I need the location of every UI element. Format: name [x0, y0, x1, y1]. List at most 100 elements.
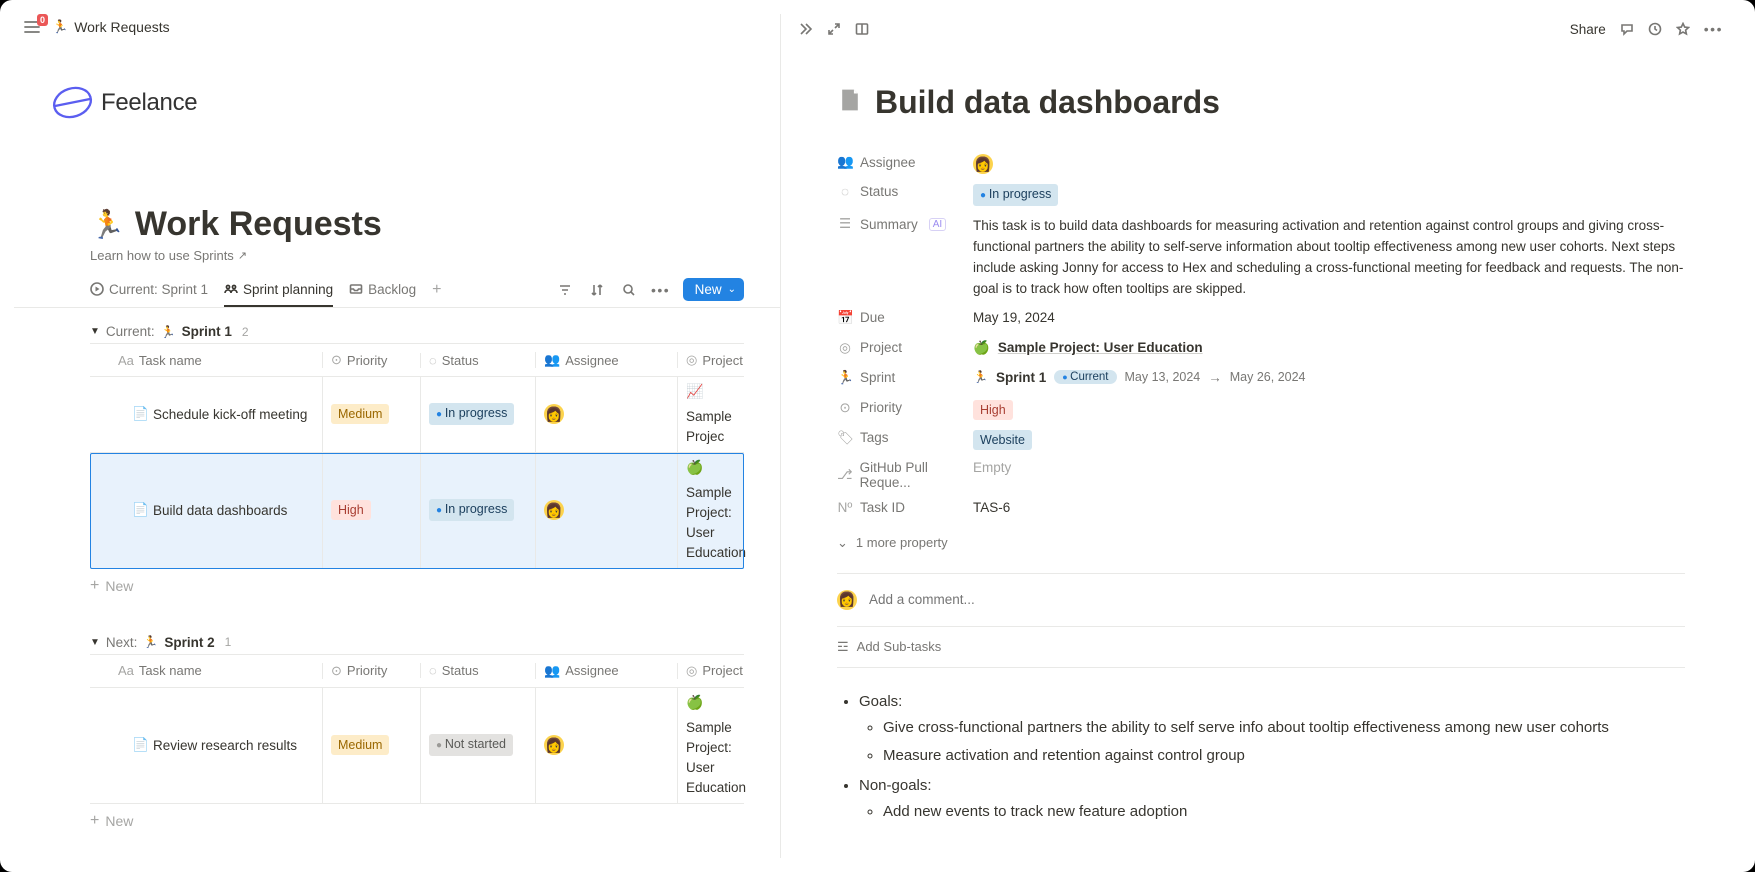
- sort-button[interactable]: [587, 280, 607, 300]
- notification-badge: 0: [37, 14, 48, 26]
- sprint-value[interactable]: 🏃 Sprint 1 Current May 13, 2024 → May 26…: [973, 370, 1685, 385]
- external-link-icon: ↗: [238, 249, 247, 262]
- expand-button[interactable]: [827, 22, 841, 36]
- assignee-value[interactable]: [973, 154, 1685, 174]
- new-row-button[interactable]: +New: [90, 569, 744, 603]
- add-view-button[interactable]: +: [432, 281, 441, 307]
- more-menu-button[interactable]: •••: [1704, 21, 1723, 37]
- summary-value[interactable]: This task is to build data dashboards fo…: [973, 216, 1685, 300]
- text-icon: ☰: [837, 216, 853, 232]
- prop-label: Priority: [860, 400, 902, 415]
- avatar: [973, 154, 993, 174]
- new-row-button[interactable]: +New: [90, 804, 744, 838]
- group-header[interactable]: ▼ Next: 🏃 Sprint 2 1: [90, 631, 744, 654]
- people-icon: 👥: [837, 154, 853, 170]
- assignee-cell[interactable]: [535, 688, 677, 803]
- tab-label: Sprint planning: [243, 282, 333, 297]
- tab-current-sprint[interactable]: Current: Sprint 1: [90, 282, 208, 307]
- page-title: Work Requests: [135, 205, 382, 244]
- project-cell[interactable]: 📈Sample Projec: [677, 377, 744, 452]
- tab-backlog[interactable]: Backlog: [349, 282, 416, 307]
- page-icon[interactable]: [837, 87, 863, 119]
- prop-label: Due: [860, 310, 885, 325]
- priority-cell[interactable]: Medium: [322, 377, 420, 452]
- status-cell[interactable]: Not started: [420, 688, 535, 803]
- filter-button[interactable]: [555, 280, 575, 300]
- comment-input[interactable]: [869, 592, 1685, 607]
- running-icon: 🏃: [973, 370, 988, 384]
- table-row[interactable]: 📄Build data dashboards High In progress …: [90, 453, 744, 569]
- github-value[interactable]: Empty: [973, 460, 1685, 475]
- status-cell[interactable]: In progress: [420, 453, 535, 568]
- add-subtasks-button[interactable]: ☲ Add Sub-tasks: [837, 627, 1685, 668]
- priority-cell[interactable]: Medium: [322, 688, 420, 803]
- task-name[interactable]: Build data dashboards: [153, 503, 287, 518]
- new-button[interactable]: New ⌄: [683, 278, 744, 301]
- column-header-project[interactable]: ◎ Project: [677, 663, 751, 679]
- column-header-assignee[interactable]: 👥 Assignee: [535, 663, 677, 679]
- avatar: [544, 404, 564, 424]
- task-name[interactable]: Schedule kick-off meeting: [153, 407, 307, 422]
- project-emoji: 🍏: [973, 340, 990, 356]
- project-value[interactable]: 🍏 Sample Project: User Education: [973, 340, 1685, 356]
- table-row[interactable]: 📄 Review research results Medium Not star…: [90, 688, 744, 804]
- search-button[interactable]: [619, 280, 639, 300]
- project-cell[interactable]: 🍏Sample Project: User Education: [677, 688, 754, 803]
- tab-label: Backlog: [368, 282, 416, 297]
- collapse-panel-button[interactable]: [799, 22, 813, 36]
- tags-value[interactable]: Website: [973, 430, 1685, 450]
- document-content[interactable]: Goals: Give cross-functional partners th…: [837, 668, 1685, 828]
- plus-icon: +: [90, 577, 99, 595]
- project-cell[interactable]: 🍏Sample Project: User Education: [677, 453, 754, 568]
- peek-mode-button[interactable]: [855, 22, 869, 36]
- status-cell[interactable]: In progress: [420, 377, 535, 452]
- sprints-help-link[interactable]: Learn how to use Sprints: [90, 248, 234, 263]
- more-options-button[interactable]: •••: [651, 280, 671, 300]
- sidebar-toggle[interactable]: 0: [22, 18, 42, 36]
- group-header[interactable]: ▼ Current: 🏃 Sprint 1 2: [90, 320, 744, 343]
- breadcrumb-title: Work Requests: [74, 19, 169, 35]
- due-value[interactable]: May 19, 2024: [973, 310, 1685, 325]
- column-header-name[interactable]: Aa Task name: [90, 353, 322, 368]
- page-icon: 📄: [132, 737, 148, 753]
- workspace-logo: Feelance: [50, 80, 744, 125]
- avatar: [544, 500, 564, 520]
- detail-title[interactable]: Build data dashboards: [875, 84, 1220, 121]
- status-value[interactable]: In progress: [973, 184, 1685, 206]
- favorite-button[interactable]: [1676, 22, 1690, 36]
- tag-icon: 🏷: [837, 430, 853, 446]
- column-header-priority[interactable]: ⊙ Priority: [322, 663, 420, 679]
- column-header-status[interactable]: ◌ Status: [420, 663, 535, 678]
- column-header-name[interactable]: Aa Task name: [90, 663, 322, 678]
- workspace-name: Feelance: [101, 89, 197, 117]
- share-button[interactable]: Share: [1570, 22, 1606, 37]
- comments-button[interactable]: [1620, 22, 1634, 36]
- taskid-value[interactable]: TAS-6: [973, 500, 1685, 515]
- breadcrumb[interactable]: 🏃 Work Requests: [52, 19, 170, 35]
- prop-label: Task ID: [860, 500, 905, 515]
- list-icon: ☲: [837, 639, 849, 655]
- running-icon: 🏃: [837, 370, 853, 386]
- tab-sprint-planning[interactable]: Sprint planning: [224, 282, 333, 307]
- chevron-down-icon: ⌄: [728, 284, 736, 295]
- priority-cell[interactable]: High: [322, 453, 420, 568]
- avatar: [837, 590, 857, 610]
- calendar-icon: 📅: [837, 310, 853, 326]
- more-properties-toggle[interactable]: ⌄ 1 more property: [837, 525, 1685, 561]
- assignee-cell[interactable]: [535, 377, 677, 452]
- assignee-cell[interactable]: [535, 453, 677, 568]
- prop-label: Assignee: [860, 155, 916, 170]
- github-icon: ⎇: [837, 467, 853, 483]
- column-header-project[interactable]: ◎ Project: [677, 352, 751, 368]
- plus-icon: +: [90, 812, 99, 830]
- play-icon: [90, 282, 104, 296]
- column-header-assignee[interactable]: 👥 Assignee: [535, 352, 677, 368]
- list-item: Measure activation and retention against…: [883, 742, 1685, 770]
- task-name[interactable]: Review research results: [153, 738, 297, 753]
- priority-value[interactable]: High: [973, 400, 1685, 420]
- column-header-priority[interactable]: ⊙ Priority: [322, 352, 420, 368]
- table-row[interactable]: 📄Schedule kick-off meeting Medium In pro…: [90, 377, 744, 453]
- list-item: Give cross-functional partners the abili…: [883, 714, 1685, 742]
- updates-button[interactable]: [1648, 22, 1662, 36]
- column-header-status[interactable]: ◌ Status: [420, 353, 535, 368]
